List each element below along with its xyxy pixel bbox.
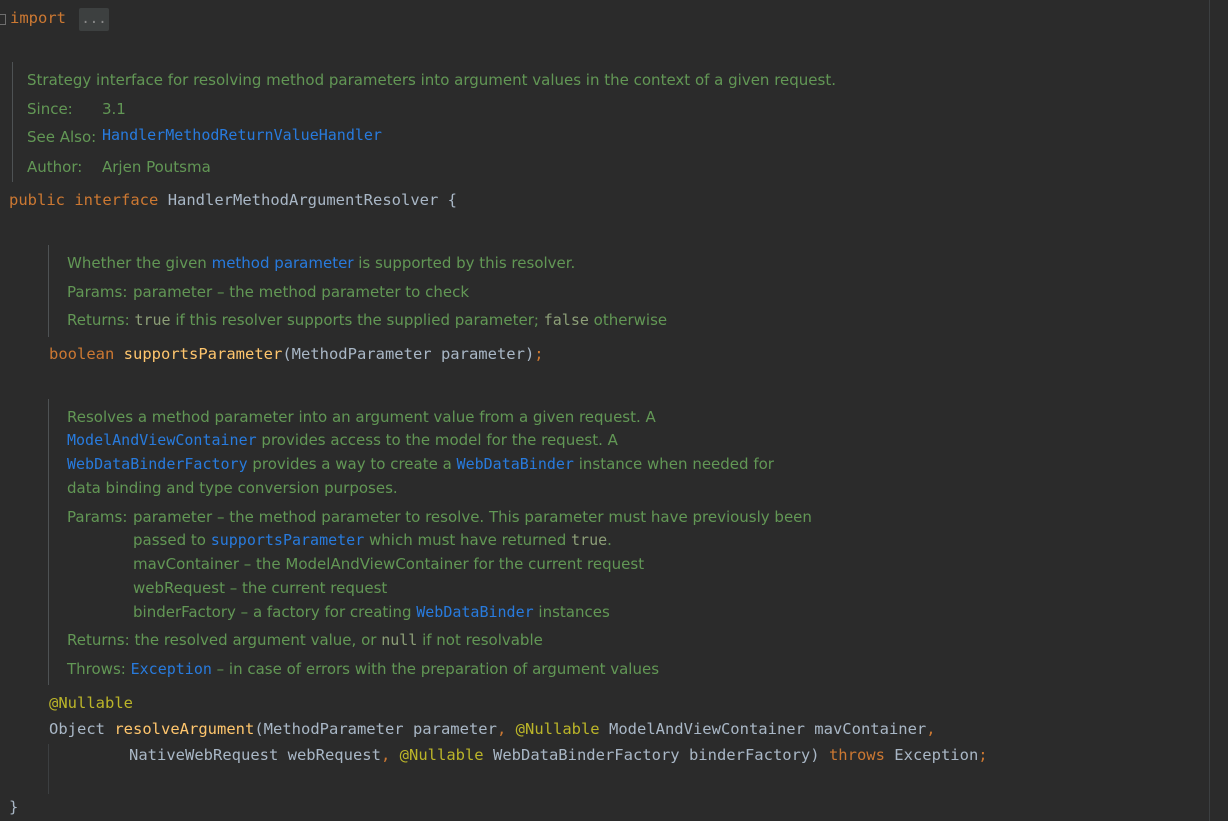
resolve-argument-signature-line1: Object resolveArgument(MethodParameter p…	[49, 720, 936, 738]
method2-doc-line4: data binding and type conversion purpose…	[67, 479, 398, 497]
resolve-argument-name[interactable]: resolveArgument	[114, 720, 254, 738]
since-value: 3.1	[102, 100, 126, 118]
method2-throws-label: Throws:	[67, 660, 126, 678]
method2-param-3: webRequest – the current request	[133, 579, 388, 597]
fold-marker-icon[interactable]	[0, 14, 6, 25]
see-also-label: See Also:	[27, 128, 97, 146]
since-label: Since:	[27, 100, 73, 118]
supports-parameter-name[interactable]: supportsParameter	[124, 345, 283, 363]
nullable-annotation: @Nullable	[49, 694, 133, 712]
method2-throws: Throws: Exception – in case of errors wi…	[67, 660, 660, 678]
folded-imports[interactable]: ...	[79, 8, 109, 31]
class-doc-bar	[12, 62, 13, 182]
method2-param-2: mavContainer – the ModelAndViewContainer…	[133, 555, 645, 573]
see-also-link[interactable]: HandlerMethodReturnValueHandler	[102, 126, 382, 144]
method2-param-1: parameter – the method parameter to reso…	[133, 508, 812, 526]
method2-doc-bar	[48, 399, 49, 685]
supports-parameter-link[interactable]: supportsParameter	[211, 531, 365, 549]
method2-returns: Returns: the resolved argument value, or…	[67, 631, 543, 649]
web-data-binder-link[interactable]: WebDataBinder	[457, 455, 574, 473]
method1-params-text: parameter – the method parameter to chec…	[133, 283, 470, 301]
method2-param-4: binderFactory – a factory for creating W…	[133, 603, 610, 621]
author-label: Author:	[27, 158, 83, 176]
method2-returns-label: Returns:	[67, 631, 130, 649]
method-link[interactable]: method	[212, 254, 270, 272]
close-brace: }	[9, 798, 19, 816]
method2-doc-line2: ModelAndViewContainer provides access to…	[67, 431, 618, 449]
import-keyword: import	[10, 9, 66, 27]
method1-returns: Returns: true if this resolver supports …	[67, 311, 668, 329]
exception-link[interactable]: Exception	[131, 660, 212, 678]
method1-params-label: Params:	[67, 283, 128, 301]
web-data-binder-factory-link[interactable]: WebDataBinderFactory	[67, 455, 248, 473]
method2-doc-line3: WebDataBinderFactory provides a way to c…	[67, 455, 774, 473]
author-value: Arjen Poutsma	[102, 158, 211, 176]
model-and-view-container-link[interactable]: ModelAndViewContainer	[67, 431, 257, 449]
public-keyword: public	[9, 191, 65, 209]
indent-guide	[48, 744, 49, 794]
class-doc-description: Strategy interface for resolving method …	[27, 71, 836, 89]
method2-params-label: Params:	[67, 508, 128, 526]
method1-doc-bar	[48, 245, 49, 337]
method2-doc-line1: Resolves a method parameter into an argu…	[67, 408, 656, 426]
open-brace: {	[447, 191, 457, 209]
method1-returns-label: Returns:	[67, 311, 130, 329]
interface-keyword: interface	[74, 191, 159, 209]
method2-param-1-cont: passed to supportsParameter which must h…	[133, 531, 612, 549]
method1-doc-description: Whether the given method parameter is su…	[67, 254, 576, 272]
resolve-argument-signature-line2: NativeWebRequest webRequest, @Nullable W…	[129, 746, 988, 764]
parameter-link[interactable]: parameter	[274, 254, 353, 272]
interface-name: HandlerMethodArgumentResolver	[167, 191, 439, 209]
interface-declaration: public interface HandlerMethodArgumentRe…	[9, 191, 457, 209]
supports-parameter-signature: boolean supportsParameter(MethodParamete…	[49, 345, 544, 363]
web-data-binder-link-2[interactable]: WebDataBinder	[416, 603, 533, 621]
editor-right-edge	[1209, 0, 1210, 821]
